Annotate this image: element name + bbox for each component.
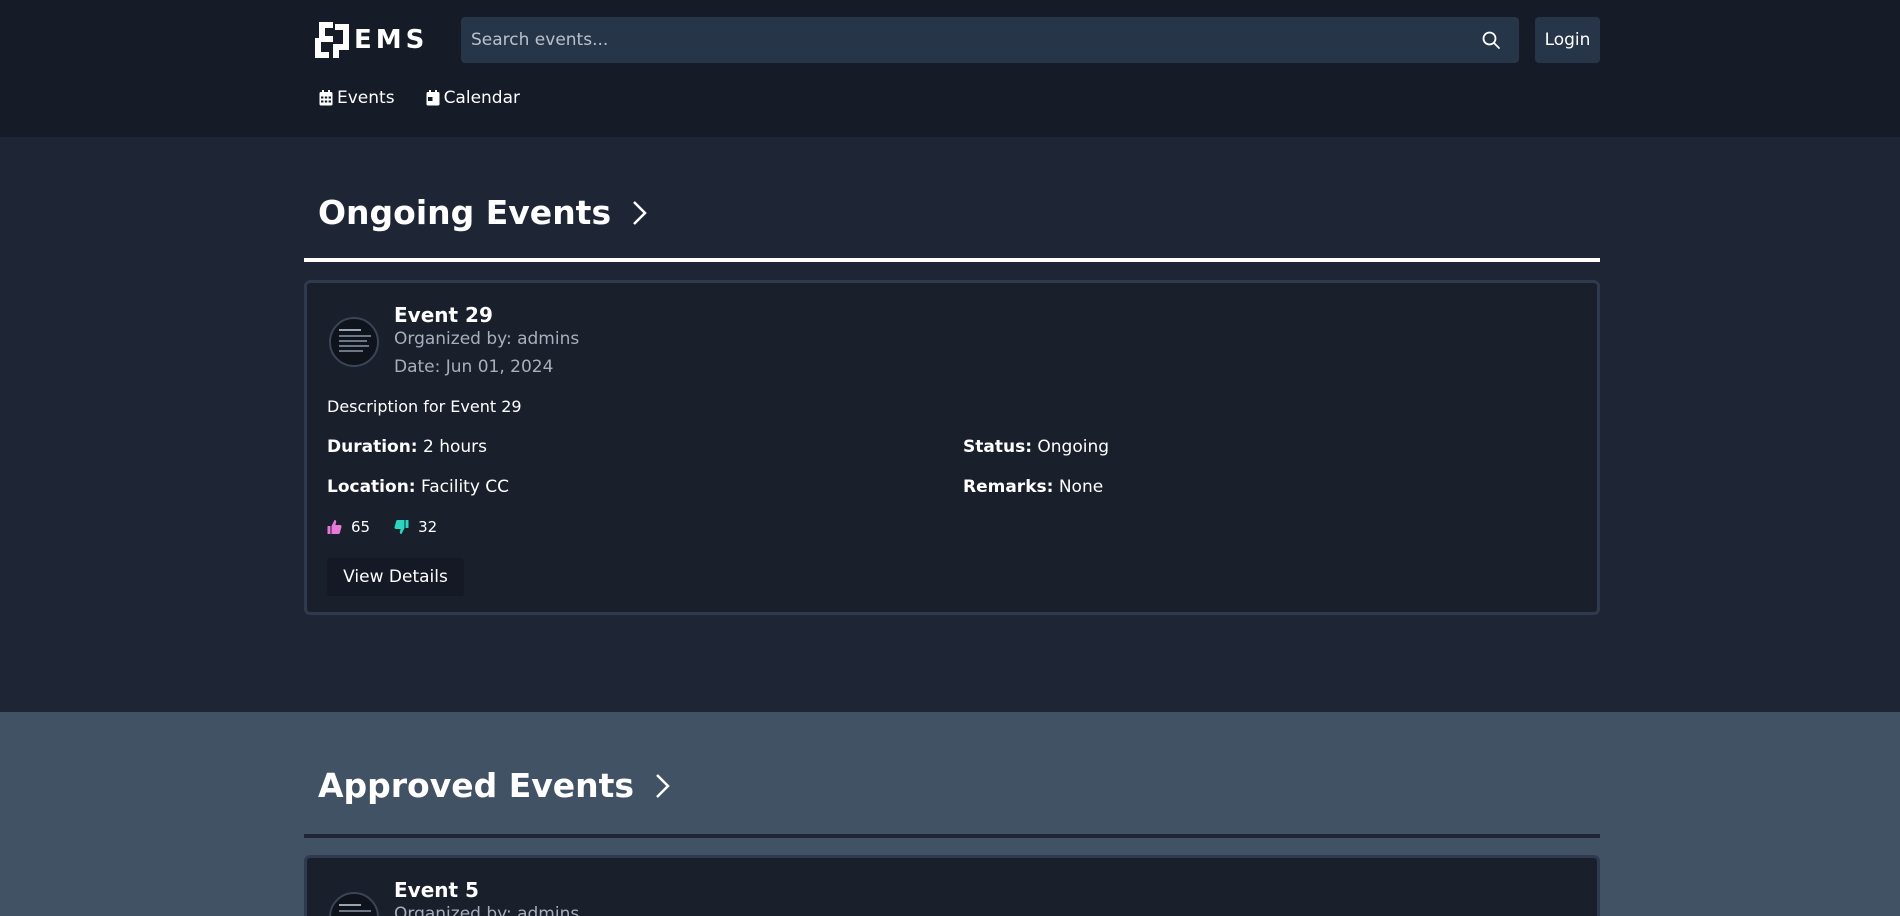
event-title[interactable]: Event 29 bbox=[394, 303, 493, 327]
search-icon[interactable] bbox=[1481, 30, 1501, 50]
nav-item-events[interactable]: Events bbox=[319, 88, 395, 108]
approved-events-section: Approved Events Event 5 Organized by: ad… bbox=[0, 712, 1900, 916]
event-thumbnail bbox=[329, 892, 379, 916]
nav-events-label: Events bbox=[337, 88, 395, 108]
search-bar bbox=[461, 17, 1519, 63]
event-description: Description for Event 29 bbox=[327, 397, 522, 416]
brand-logo[interactable]: EMS bbox=[313, 18, 428, 62]
duration-label: Duration: bbox=[327, 437, 418, 457]
ongoing-events-section: Ongoing Events Event 29 Organized by: ad… bbox=[0, 137, 1900, 712]
event-organizer: Organized by: admins bbox=[394, 904, 580, 916]
nav-item-calendar[interactable]: Calendar bbox=[426, 88, 520, 108]
duration-value: 2 hours bbox=[423, 437, 488, 457]
event-date: Date: Jun 01, 2024 bbox=[394, 357, 554, 377]
chevron-right-icon bbox=[633, 200, 647, 225]
like-count: 65 bbox=[351, 518, 371, 536]
event-thumbnail bbox=[329, 317, 379, 367]
top-header: EMS Login Events bbox=[0, 0, 1900, 137]
ongoing-events-heading[interactable]: Ongoing Events bbox=[318, 193, 649, 232]
section-title: Ongoing Events bbox=[318, 193, 612, 232]
remarks-value: None bbox=[1058, 477, 1104, 497]
dislike-count: 32 bbox=[418, 518, 438, 536]
section-divider bbox=[304, 834, 1600, 838]
chevron-right-icon bbox=[656, 773, 670, 798]
event-status: Status: Ongoing bbox=[963, 437, 1109, 457]
event-duration: Duration: 2 hours bbox=[327, 437, 487, 457]
event-remarks: Remarks: None bbox=[963, 477, 1103, 497]
event-card: Event 5 Organized by: admins bbox=[304, 855, 1600, 916]
nav-calendar-label: Calendar bbox=[443, 88, 521, 108]
logo-mark-icon bbox=[315, 22, 349, 58]
calendar-grid-icon bbox=[319, 90, 333, 106]
main-nav: Events Calendar bbox=[319, 88, 520, 108]
status-label: Status: bbox=[963, 437, 1032, 457]
logo-text: EMS bbox=[354, 25, 429, 55]
like-button[interactable]: 65 bbox=[327, 518, 370, 536]
event-location: Location: Facility CC bbox=[327, 477, 509, 497]
event-votes: 65 32 bbox=[327, 518, 461, 536]
view-details-button[interactable]: View Details bbox=[327, 558, 464, 596]
search-input[interactable] bbox=[471, 30, 1481, 50]
approved-events-heading[interactable]: Approved Events bbox=[318, 766, 672, 805]
dislike-button[interactable]: 32 bbox=[394, 518, 437, 536]
login-button[interactable]: Login bbox=[1535, 17, 1600, 63]
event-organizer: Organized by: admins bbox=[394, 329, 580, 349]
status-value: Ongoing bbox=[1037, 437, 1110, 457]
thumbs-down-icon bbox=[394, 520, 409, 534]
section-divider bbox=[304, 258, 1600, 262]
thumbs-up-icon bbox=[327, 520, 342, 534]
section-title: Approved Events bbox=[318, 766, 635, 805]
event-card: Event 29 Organized by: admins Date: Jun … bbox=[304, 280, 1600, 615]
location-label: Location: bbox=[327, 477, 416, 497]
location-value: Facility CC bbox=[421, 477, 510, 497]
remarks-label: Remarks: bbox=[963, 477, 1054, 497]
event-title[interactable]: Event 5 bbox=[394, 878, 479, 902]
calendar-day-icon bbox=[426, 90, 440, 106]
